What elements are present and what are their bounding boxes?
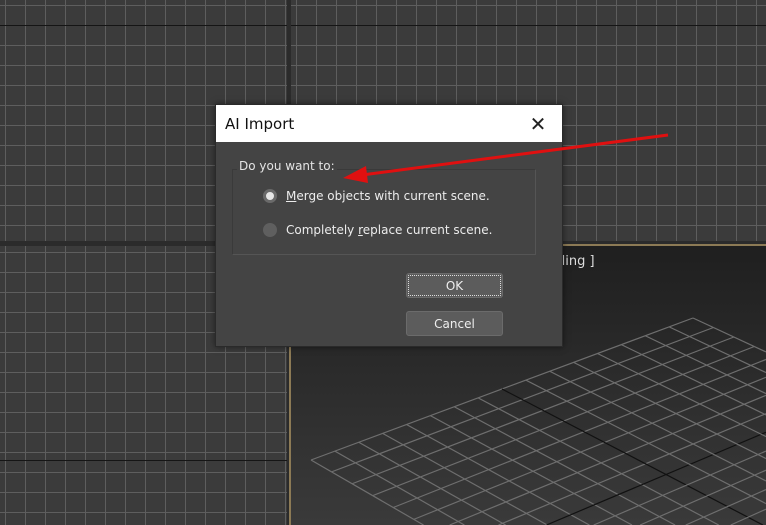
grid-line xyxy=(621,344,766,416)
dialog-titlebar[interactable]: AI Import ✕ xyxy=(216,105,562,142)
grid-line xyxy=(668,326,766,374)
grid-line xyxy=(449,394,766,525)
grid-line xyxy=(692,317,766,353)
radio-button-selected[interactable] xyxy=(263,189,277,203)
radio-label: Completely replace current scene. xyxy=(286,223,493,237)
radio-merge[interactable]: Merge objects with current scene. xyxy=(263,189,490,203)
ai-import-dialog: AI Import ✕ Do you want to: Merge object… xyxy=(215,104,563,347)
grid-line xyxy=(573,361,766,460)
grid-line xyxy=(501,388,764,525)
grid-line xyxy=(546,431,766,525)
radio-replace[interactable]: Completely replace current scene. xyxy=(263,223,492,237)
grid-line xyxy=(334,450,465,525)
grid-line xyxy=(430,415,633,525)
grid-axis xyxy=(291,25,766,26)
radio-button[interactable] xyxy=(263,223,277,237)
ok-button[interactable]: OK xyxy=(406,273,503,298)
cancel-button[interactable]: Cancel xyxy=(406,311,503,336)
grid-line xyxy=(406,423,590,525)
dialog-title: AI Import xyxy=(225,114,295,133)
grid-line xyxy=(393,358,766,509)
options-group xyxy=(232,169,536,255)
grid-line xyxy=(597,352,766,438)
group-label: Do you want to: xyxy=(237,159,337,173)
grid-line xyxy=(413,376,766,520)
grid-line xyxy=(549,370,766,482)
close-icon[interactable]: ✕ xyxy=(524,112,552,136)
grid-axis xyxy=(0,460,287,461)
grid-line xyxy=(593,450,766,525)
grid-axis xyxy=(0,25,287,26)
radio-label: Merge objects with current scene. xyxy=(286,189,490,203)
